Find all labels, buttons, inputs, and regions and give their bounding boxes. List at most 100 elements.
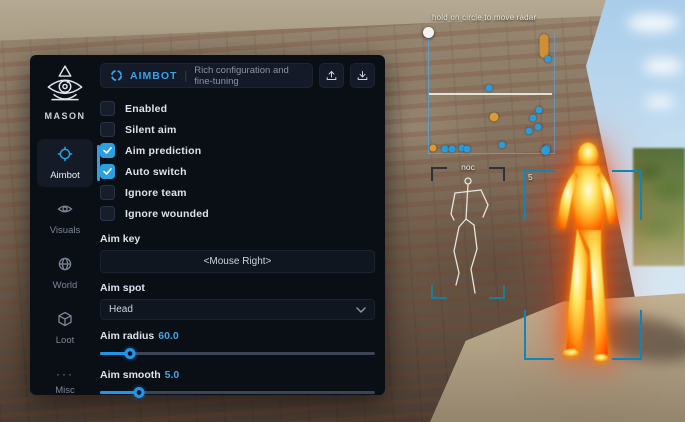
radar-dot-orange [429,145,436,152]
checkbox[interactable] [100,122,115,137]
checkbox-row-aim-prediction[interactable]: Aim prediction [100,140,375,161]
slider-label-text: Aim radius [100,330,154,342]
radar-dot-blue [463,146,470,153]
dots-icon: ··· [56,366,74,382]
checkbox-label: Auto switch [125,166,187,178]
radar-dot-blue [526,128,533,135]
sidebar-item-label: Misc [55,385,75,396]
checkbox[interactable] [100,101,115,116]
box-corner [612,358,642,360]
sidebar-nav: Aimbot Visuals World [30,131,100,422]
head-marker-dot [541,146,550,155]
aim-smooth-label: Aim smooth 5.0 [100,369,375,381]
checkbox-label: Aim prediction [125,145,201,157]
box-corner [524,310,526,360]
radar-dot-blue [448,146,455,153]
radar-horizon-line [429,93,552,95]
radar-hint-text: hold on circle to move radar [432,13,536,22]
cube-icon [57,311,73,332]
check-icon [103,168,112,175]
sidebar-item-loot[interactable]: Loot [37,304,93,352]
slider-value: 5.0 [165,369,180,381]
checkbox-row-auto-switch[interactable]: Auto switch [100,161,375,182]
sidebar-item-label: Visuals [50,225,80,236]
slider-value: 60.0 [158,330,178,342]
radar-dot-blue [536,106,543,113]
checkbox[interactable] [100,185,115,200]
aimbot-ring-icon [110,69,123,82]
chevron-down-icon [356,307,366,313]
box-corner [640,170,642,220]
sidebar-item-misc[interactable]: ··· Misc [37,359,93,402]
upload-icon [325,69,338,82]
check-icon [103,147,112,154]
eye-icon [57,201,73,222]
download-icon [356,69,369,82]
cloud [627,14,679,32]
checkbox-row-ignore-wounded[interactable]: Ignore wounded [100,203,375,224]
panel-subtitle: Rich configuration and fine-tuning [194,65,303,87]
box-corner [524,358,554,360]
aim-spot-label: Aim spot [100,282,375,294]
sidebar-item-aimbot[interactable]: Aimbot [37,139,93,187]
upload-config-button[interactable] [319,63,344,88]
sidebar-item-label: Aimbot [50,170,80,181]
radar-dot-blue [534,123,541,130]
checkbox-label: Silent aim [125,124,177,136]
player-esp-box: 5 [524,170,642,360]
radar-dot-blue [544,56,551,63]
panel-title: AIMBOT [130,70,177,82]
mason-eye-logo-icon [42,65,88,107]
box-corner [640,310,642,360]
slider-track[interactable] [100,352,375,355]
slider-thumb[interactable] [133,387,144,398]
brand-name: MASON [45,111,86,121]
game-screen: hold on circle to move radar noc [0,0,685,422]
radar-move-handle[interactable] [423,27,434,38]
box-corner [612,170,642,172]
aim-key-button[interactable]: <Mouse Right> [100,250,375,273]
aim-key-label: Aim key [100,233,375,245]
slider-label-text: Aim smooth [100,369,161,381]
checkbox-row-enabled[interactable]: Enabled [100,98,375,119]
box-corner [524,170,526,220]
cloud [645,96,675,108]
globe-icon [57,256,73,277]
checkbox-row-silent-aim[interactable]: Silent aim [100,119,375,140]
cheat-menu-panel: MASON Aimbot Visuals [30,55,385,395]
radar [428,33,555,154]
radar-dot-blue [498,141,505,148]
radar-dot-blue [486,85,493,92]
sidebar-item-world[interactable]: World [37,249,93,297]
aim-smooth-slider[interactable] [100,387,375,398]
header-title-bar: AIMBOT | Rich configuration and fine-tun… [100,63,313,88]
sidebar-item-label: Loot [56,335,75,346]
panel-content: AIMBOT | Rich configuration and fine-tun… [100,55,385,395]
aim-spot-value: Head [109,304,133,315]
checkbox[interactable] [100,164,115,179]
checkbox-label: Enabled [125,103,167,115]
aim-spot-dropdown[interactable]: Head [100,299,375,320]
checkbox-row-ignore-team[interactable]: Ignore team [100,182,375,203]
box-corner [524,170,554,172]
checkbox-list: Enabled Silent aim Aim prediction Auto s… [100,98,375,224]
download-config-button[interactable] [350,63,375,88]
radar-dot-orange [490,113,499,122]
aim-radius-label: Aim radius 60.0 [100,330,375,342]
slider-thumb[interactable] [125,348,136,359]
brand-logo: MASON [42,65,88,121]
panel-header: AIMBOT | Rich configuration and fine-tun… [100,63,375,88]
skeleton-esp: noc [431,167,505,299]
radar-dot-blue [529,115,536,122]
checkbox-label: Ignore team [125,187,187,199]
checkbox[interactable] [100,206,115,221]
checkbox[interactable] [100,143,115,158]
distance-label: 5 [528,172,533,182]
sidebar: MASON Aimbot Visuals [30,55,100,395]
cloud [643,58,683,74]
crosshair-icon [57,146,73,167]
sidebar-item-visuals[interactable]: Visuals [37,194,93,242]
skeleton-bones [431,167,505,299]
sidebar-item-label: World [53,280,78,291]
aim-radius-slider[interactable] [100,348,375,359]
